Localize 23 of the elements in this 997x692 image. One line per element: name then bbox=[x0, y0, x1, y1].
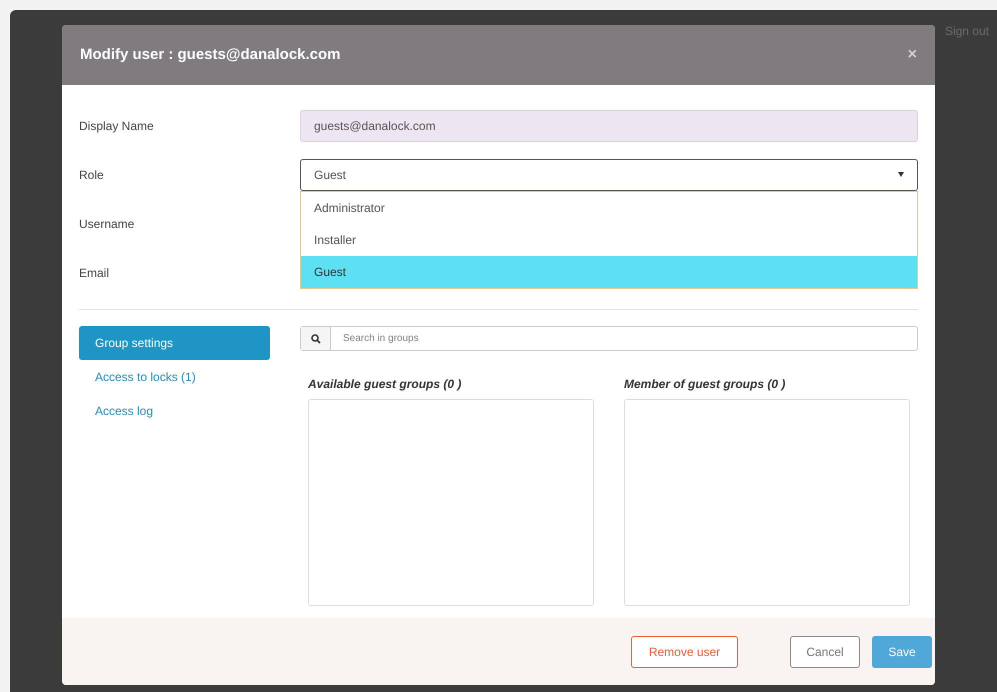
dropdown-option[interactable]: Administrator bbox=[301, 192, 917, 224]
search-icon bbox=[310, 334, 320, 344]
field-label: Username bbox=[79, 216, 136, 232]
save-button[interactable]: Save bbox=[872, 636, 932, 668]
dropdown-option[interactable]: Installer bbox=[301, 224, 917, 256]
list-heading: Member of guest groups (0 ) bbox=[624, 376, 786, 393]
search-field[interactable]: Search in groups bbox=[331, 331, 917, 346]
role-select[interactable]: Guest bbox=[300, 158, 918, 190]
dropdown-option[interactable]: Guest bbox=[301, 256, 917, 288]
field-label: Display Name bbox=[79, 118, 155, 134]
search-bar[interactable]: Search in groups bbox=[300, 326, 918, 351]
caret-icon bbox=[898, 172, 904, 177]
close-button[interactable]: × bbox=[908, 43, 917, 67]
nav-item[interactable]: Access to locks (1) bbox=[79, 360, 270, 394]
dialog-title: Modify user : guests@danalock.com bbox=[80, 44, 341, 65]
nav-item[interactable]: Access log bbox=[79, 394, 270, 428]
list-heading: Available guest groups (0 ) bbox=[308, 376, 462, 393]
cancel-button[interactable]: Cancel bbox=[790, 636, 860, 668]
field-label: Email bbox=[79, 264, 110, 282]
remove-user-button[interactable]: Remove user bbox=[631, 636, 738, 668]
field-label: Role bbox=[79, 166, 105, 184]
display-name-field[interactable]: guests@danalock.com bbox=[300, 110, 918, 142]
nav-item[interactable]: Group settings bbox=[79, 326, 270, 360]
